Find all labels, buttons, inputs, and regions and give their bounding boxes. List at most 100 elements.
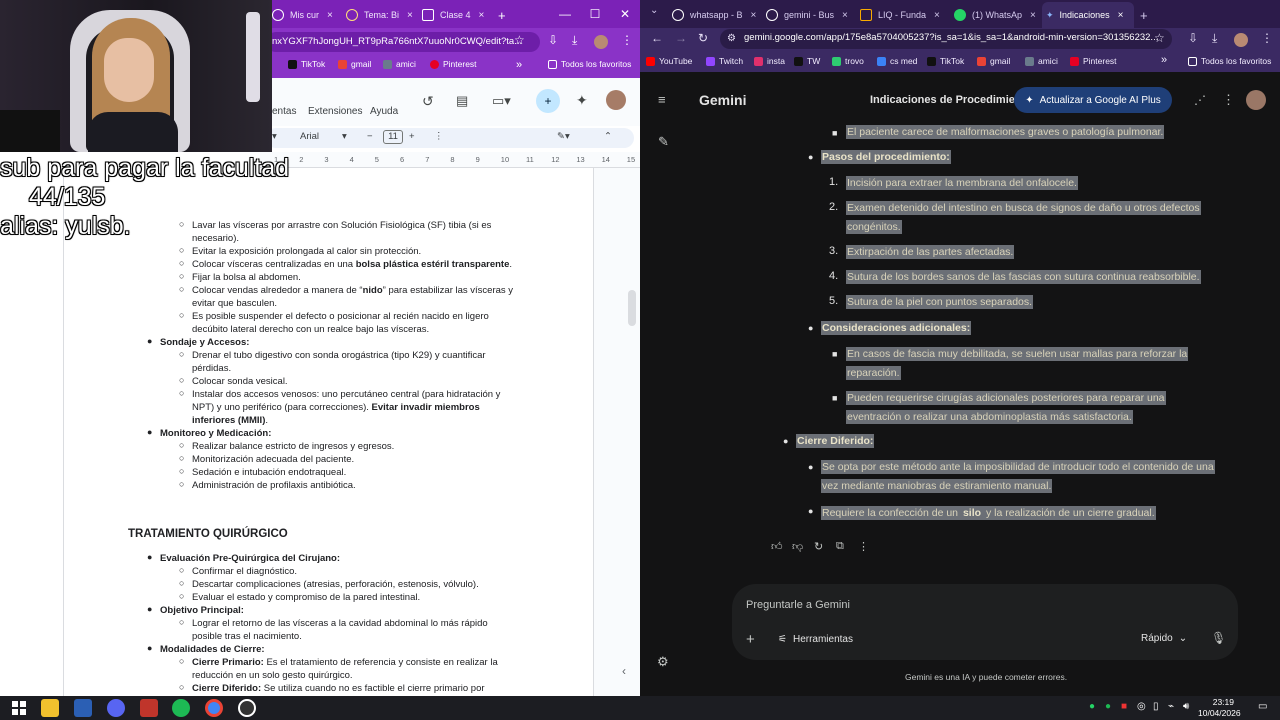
bookmark-item[interactable]: trovo (832, 56, 864, 66)
menu-herramientas[interactable]: entas (272, 106, 296, 117)
bookmark-star-icon[interactable]: ☆ (514, 33, 525, 47)
regenerate-icon[interactable]: ↻ (814, 540, 823, 553)
add-attachment-icon[interactable]: + (746, 631, 755, 648)
bookmarks-more-icon[interactable]: » (1161, 54, 1167, 66)
hamburger-menu-icon[interactable]: ≡ (658, 92, 666, 107)
close-tab-icon[interactable]: × (934, 10, 940, 21)
network-icon[interactable]: ⌁ (1168, 701, 1174, 712)
share-icon[interactable]: ⋰ (1194, 93, 1206, 107)
menu-dots-icon[interactable]: ⋮ (621, 33, 633, 47)
close-tab-icon[interactable]: × (479, 10, 485, 21)
bookmark-pinterest[interactable]: Pinterest (430, 59, 477, 69)
close-tab-icon[interactable]: × (842, 10, 848, 21)
right-tab-2[interactable]: gemini - Bus × (766, 4, 848, 26)
bookmark-item[interactable]: gmail (977, 56, 1010, 66)
volume-icon[interactable]: 🔊︎ (1183, 701, 1189, 712)
bookmark-amici[interactable]: amici (383, 59, 416, 69)
upgrade-button[interactable]: ✦ Actualizar a Google AI Plus (1014, 87, 1172, 113)
notifications-icon[interactable]: ▭ (1258, 701, 1267, 712)
store-icon[interactable] (74, 699, 92, 717)
right-tab-5-active[interactable]: ✦ Indicaciones × (1046, 4, 1123, 26)
right-tab-3[interactable]: LIQ - Funda × (860, 4, 940, 26)
all-bookmarks-folder[interactable]: Todos los favoritos (548, 59, 631, 69)
close-tab-icon[interactable]: × (1030, 10, 1036, 21)
left-address-bar[interactable]: nxYGXF7hJongUH_RT9pRa766ntX7uuoNr0CWQ/ed… (266, 32, 540, 52)
bookmark-item[interactable]: TikTok (927, 56, 964, 66)
file-explorer-icon[interactable] (41, 699, 59, 717)
windows-start-icon[interactable] (10, 699, 28, 717)
edit-mode-pencil-icon[interactable]: ✎▾ (557, 131, 570, 142)
more-options-icon[interactable]: ⋮ (1222, 92, 1235, 108)
app-icon[interactable] (140, 699, 158, 717)
collapse-toolbar-icon[interactable]: ⌃ (604, 131, 612, 142)
new-tab-button[interactable]: + (498, 4, 506, 26)
prompt-box[interactable] (732, 584, 1238, 660)
all-bookmarks-folder[interactable]: Todos los favoritos (1188, 56, 1271, 66)
left-tab-2[interactable]: Tema: Bi × (346, 4, 413, 26)
gemini-app-title[interactable]: Gemini (699, 92, 746, 108)
bookmark-item[interactable]: Pinterest (1070, 56, 1117, 66)
profile-avatar[interactable] (1234, 33, 1248, 47)
settings-gear-icon[interactable]: ⚙ (657, 654, 669, 670)
comments-icon[interactable]: ▤ (456, 93, 468, 109)
tab-search-icon[interactable]: ⌄ (650, 5, 658, 16)
gemini-spark-icon[interactable]: ✦ (576, 92, 588, 109)
font-chevron-icon[interactable]: ▾ (342, 131, 347, 142)
menu-extensiones[interactable]: Extensiones (308, 106, 362, 117)
bookmark-item[interactable]: Twitch (706, 56, 743, 66)
menu-dots-icon[interactable]: ⋮ (1261, 31, 1273, 45)
back-icon[interactable]: ← (651, 31, 663, 45)
download-icon[interactable]: ⤓ (572, 33, 577, 48)
bookmark-item[interactable]: cs med (877, 56, 917, 66)
bookmark-tiktok[interactable]: TikTok (288, 59, 325, 69)
close-tab-icon[interactable]: × (407, 10, 413, 21)
bookmark-item[interactable]: amici (1025, 56, 1058, 66)
bookmark-item[interactable]: TW (794, 56, 820, 66)
bookmarks-more-icon[interactable]: » (516, 59, 522, 71)
chrome-icon[interactable] (205, 699, 223, 717)
close-tab-icon[interactable]: × (327, 10, 333, 21)
app-tray-icon[interactable]: ■ (1121, 701, 1127, 712)
download-icon[interactable]: ⤓ (1212, 31, 1217, 46)
bookmark-star-icon[interactable]: ☆ (1154, 31, 1165, 45)
copy-icon[interactable]: ⧉ (836, 540, 844, 553)
thumbs-down-icon[interactable]: 👎︎ (792, 540, 803, 553)
close-tab-icon[interactable]: × (751, 10, 757, 21)
conversation-title[interactable]: Indicaciones de Procedimien (870, 94, 1014, 106)
right-tab-1[interactable]: whatsapp - B × (672, 4, 756, 26)
outline-toggle-icon[interactable]: ‹ (622, 664, 638, 684)
tools-button[interactable]: ⚟ Herramientas (778, 634, 853, 645)
forward-icon[interactable]: → (675, 31, 687, 45)
font-size-input[interactable]: 11 (383, 130, 403, 144)
share-icon[interactable]: + (536, 89, 560, 113)
close-tab-icon[interactable]: × (1118, 10, 1124, 21)
minimize-button[interactable]: — (550, 0, 580, 28)
maximize-button[interactable]: ☐ (580, 0, 610, 28)
docs-style-chevron-icon[interactable]: ▾ (272, 131, 277, 142)
gemini-avatar[interactable] (1246, 90, 1266, 110)
meet-icon[interactable]: ▭▾ (492, 93, 511, 109)
discord-icon[interactable] (107, 699, 125, 717)
site-info-icon[interactable]: ⚙ (727, 33, 736, 44)
bookmark-item[interactable]: YouTube (646, 56, 692, 66)
more-tools-icon[interactable]: ⋮ (434, 131, 444, 142)
more-actions-icon[interactable]: ⋮ (858, 540, 869, 553)
increase-font-button[interactable]: + (409, 131, 415, 142)
left-tab-3[interactable]: Clase 4 × (422, 4, 484, 26)
steam-tray-icon[interactable]: ◎ (1137, 701, 1146, 712)
save-icon[interactable]: ⇩ (1188, 31, 1198, 45)
mode-selector[interactable]: Rápido ⌄ (1141, 633, 1187, 644)
spotify-tray-icon[interactable]: ● (1105, 701, 1111, 712)
menu-ayuda[interactable]: Ayuda (370, 106, 398, 117)
font-selector[interactable]: Arial (300, 131, 319, 142)
whatsapp-tray-icon[interactable]: ● (1089, 701, 1095, 712)
spotify-icon[interactable] (172, 699, 190, 717)
bookmark-item[interactable]: insta (754, 56, 785, 66)
battery-icon[interactable]: ▯ (1153, 701, 1159, 712)
close-window-button[interactable]: ✕ (610, 0, 640, 28)
obs-icon[interactable] (238, 699, 256, 717)
history-icon[interactable]: ↺ (422, 93, 434, 110)
left-tab-1[interactable]: Mis cur × (272, 4, 333, 26)
new-chat-icon[interactable]: ✎ (658, 134, 669, 150)
docs-scrollbar[interactable] (628, 290, 636, 326)
